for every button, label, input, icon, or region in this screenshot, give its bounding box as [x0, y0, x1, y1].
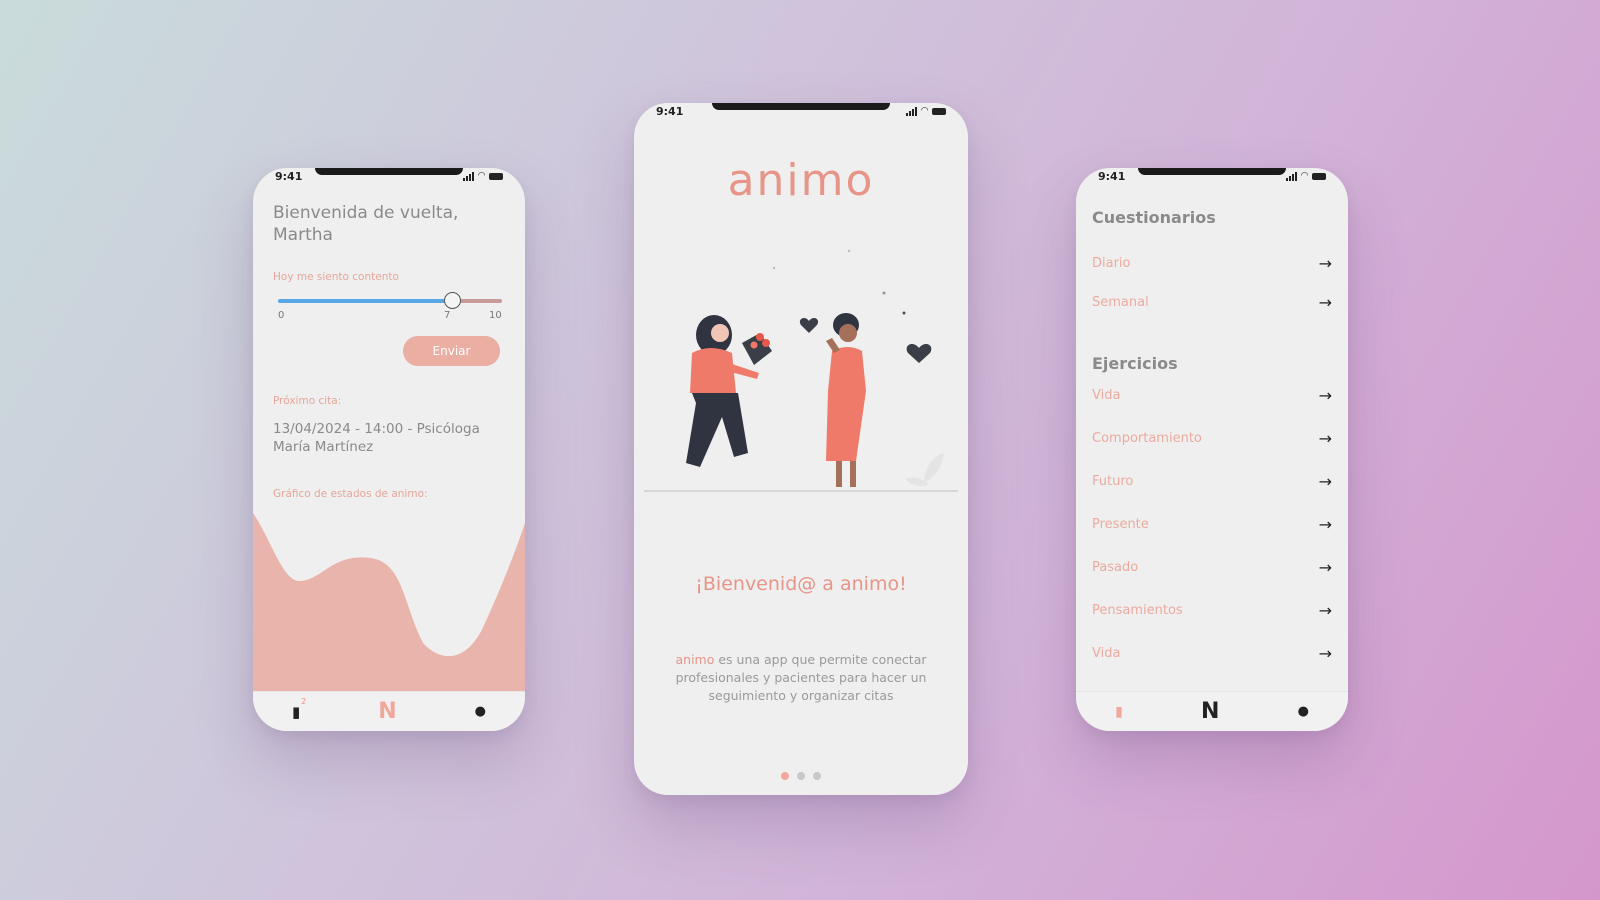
mood-slider-label: Hoy me siento contento — [273, 271, 399, 283]
status-time: 9:41 — [275, 169, 303, 183]
slider-max-label: 10 — [489, 310, 502, 321]
exercise-row[interactable]: Vida → — [1092, 642, 1332, 664]
signal-icon — [1286, 171, 1298, 181]
mood-slider[interactable] — [278, 292, 502, 309]
mood-chart-label: Gráfico de estados de animo: — [273, 488, 428, 500]
questionnaire-row[interactable]: Semanal → — [1092, 291, 1332, 313]
bottom-nav: ▮ N ● — [1076, 691, 1348, 731]
exercise-label: Vida — [1092, 645, 1121, 661]
send-button[interactable]: Enviar — [403, 336, 500, 366]
welcome-illustration — [644, 249, 958, 492]
pager-dot[interactable] — [797, 772, 805, 780]
status-bar: 9:41 ◠ — [1076, 168, 1348, 184]
bottom-nav: ▮ 2 N ● — [253, 691, 525, 731]
arrow-right-icon[interactable]: → — [1319, 386, 1332, 405]
slider-min-label: 0 — [278, 310, 285, 321]
welcome-description: animo es una app que permite conectar pr… — [664, 651, 938, 705]
battery-icon — [932, 107, 946, 115]
arrow-right-icon[interactable]: → — [1319, 254, 1332, 273]
home-screen-phone: 9:41 ◠ Bienvenida de vuelta, Martha Hoy … — [253, 168, 525, 731]
wifi-icon: ◠ — [921, 106, 928, 116]
person-icon[interactable]: ● — [475, 704, 486, 719]
description-text: es una app que permite conectar profesio… — [675, 652, 927, 703]
home-logo-icon[interactable]: N — [1201, 699, 1219, 724]
greeting-title: Bienvenida de vuelta, Martha — [273, 203, 459, 245]
exercise-label: Futuro — [1092, 473, 1134, 489]
exercise-row[interactable]: Presente → — [1092, 513, 1332, 535]
questionnaires-title: Cuestionarios — [1092, 208, 1216, 227]
signal-icon — [906, 106, 918, 116]
arrow-right-icon[interactable]: → — [1319, 558, 1332, 577]
slider-value-label: 7 — [444, 310, 451, 321]
exercise-row[interactable]: Pensamientos → — [1092, 599, 1332, 621]
exercise-row[interactable]: Futuro → — [1092, 470, 1332, 492]
exercise-label: Comportamiento — [1092, 430, 1202, 446]
arrow-right-icon[interactable]: → — [1319, 293, 1332, 312]
status-time: 9:41 — [656, 104, 684, 118]
questionnaire-label: Diario — [1092, 255, 1131, 271]
battery-icon — [1312, 172, 1326, 180]
arrow-right-icon[interactable]: → — [1319, 644, 1332, 663]
exercise-row[interactable]: Vida → — [1092, 384, 1332, 406]
next-appointment-label: Próximo cita: — [273, 395, 342, 407]
wifi-icon: ◠ — [1301, 171, 1308, 181]
questionnaire-row[interactable]: Diario → — [1092, 252, 1332, 274]
questionnaire-label: Semanal — [1092, 294, 1149, 310]
exercise-row[interactable]: Pasado → — [1092, 556, 1332, 578]
notification-badge: 2 — [301, 696, 307, 706]
exercise-label: Pasado — [1092, 559, 1139, 575]
arrow-right-icon[interactable]: → — [1319, 472, 1332, 491]
pager-dot[interactable] — [813, 772, 821, 780]
hand-icon[interactable]: ▮ — [1115, 704, 1123, 720]
exercises-title: Ejercicios — [1092, 354, 1178, 373]
person-icon[interactable]: ● — [1298, 704, 1309, 719]
next-appointment-text: 13/04/2024 - 14:00 - Psicóloga María Mar… — [273, 421, 480, 455]
exercise-row[interactable]: Comportamiento → — [1092, 427, 1332, 449]
arrow-right-icon[interactable]: → — [1319, 601, 1332, 620]
exercise-label: Vida — [1092, 387, 1121, 403]
status-bar: 9:41 ◠ — [253, 168, 525, 184]
mood-slider-thumb[interactable] — [444, 292, 462, 309]
welcome-screen-phone: 9:41 ◠ animo ¡Bienvenid@ a animo! animo … — [634, 103, 968, 795]
exercises-screen-phone: 9:41 ◠ Cuestionarios Diario → Semanal → Eje… — [1076, 168, 1348, 731]
mood-chart — [253, 513, 525, 698]
exercise-label: Presente — [1092, 516, 1149, 532]
pager-dot[interactable] — [781, 772, 789, 780]
description-app-name: animo — [675, 652, 715, 667]
bell-icon[interactable]: ▮ 2 — [292, 697, 306, 721]
wifi-icon: ◠ — [478, 171, 485, 181]
arrow-right-icon[interactable]: → — [1319, 515, 1332, 534]
exercise-label: Pensamientos — [1092, 602, 1183, 618]
mood-chart-area — [253, 513, 525, 698]
status-bar: 9:41 ◠ — [634, 103, 968, 119]
welcome-heading: ¡Bienvenid@ a animo! — [695, 573, 907, 595]
battery-icon — [489, 172, 503, 180]
arrow-right-icon[interactable]: → — [1319, 429, 1332, 448]
signal-icon — [463, 171, 475, 181]
app-logo: animo — [727, 155, 875, 206]
status-time: 9:41 — [1098, 169, 1126, 183]
onboarding-pager — [634, 772, 968, 780]
home-logo-icon[interactable]: N — [378, 699, 396, 724]
